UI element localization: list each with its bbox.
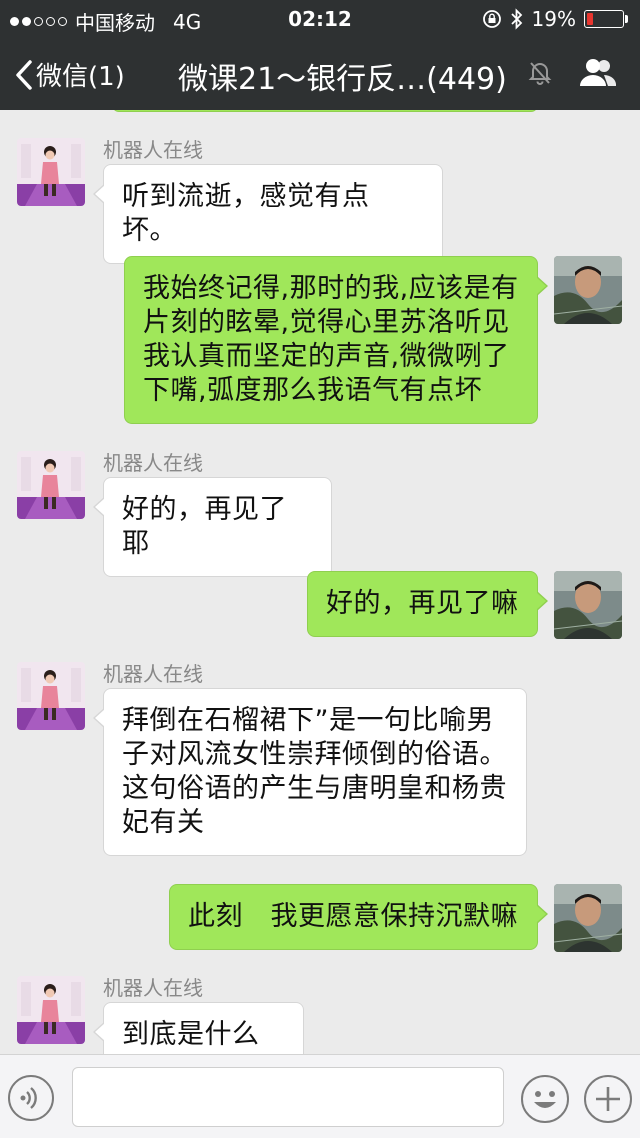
chat-title: 微课21～银行反…(449) bbox=[178, 62, 507, 97]
message-bubble[interactable]: 好的，再见了嘛 bbox=[307, 571, 548, 637]
avatar[interactable] bbox=[17, 976, 85, 1044]
avatar[interactable] bbox=[554, 571, 622, 639]
avatar[interactable] bbox=[554, 884, 622, 952]
avatar-photo bbox=[17, 662, 85, 730]
avatar-photo bbox=[554, 571, 622, 639]
previous-message-bubble bbox=[112, 110, 538, 112]
avatar-photo bbox=[554, 884, 622, 952]
chat-area[interactable]: 机器人在线 听到流逝，感觉有点坏。 我始终记得,那时的我,应该是有 片刻的眩晕,… bbox=[0, 110, 640, 1054]
message-bubble[interactable]: 我始终记得,那时的我,应该是有 片刻的眩晕,觉得心里苏洛听见 我认真而坚定的声音… bbox=[124, 256, 548, 424]
message-input[interactable] bbox=[72, 1067, 504, 1127]
nav-bar: 微信(1) 微课21～银行反…(449) bbox=[0, 38, 640, 110]
rotation-lock-icon bbox=[482, 10, 501, 28]
voice-icon bbox=[20, 1087, 37, 1109]
chevron-left-icon bbox=[16, 59, 32, 90]
message-bubble[interactable]: 到底是什么呢 bbox=[93, 1002, 304, 1054]
sender-name: 机器人在线 bbox=[103, 976, 203, 1000]
avatar-photo bbox=[17, 451, 85, 519]
message-line: 我始终记得,那时的我,应该是有 bbox=[143, 273, 519, 304]
battery-nub bbox=[625, 15, 628, 23]
message-line: 子对风流女性崇拜倾倒的俗语。 bbox=[122, 739, 507, 770]
message-line: 这句俗语的产生与唐明皇和杨贵 bbox=[122, 773, 507, 804]
avatar-photo bbox=[17, 138, 85, 206]
avatar[interactable] bbox=[554, 256, 622, 324]
message-line: 到底是什么呢 bbox=[122, 1019, 260, 1054]
battery-percent: 19% bbox=[531, 7, 576, 31]
battery-icon bbox=[584, 10, 624, 28]
message-line: 下嘴,弧度那么我语气有点坏 bbox=[143, 375, 483, 406]
avatar[interactable] bbox=[17, 138, 85, 206]
input-bar bbox=[0, 1054, 640, 1138]
avatar[interactable] bbox=[17, 451, 85, 519]
status-right: 19% bbox=[482, 7, 628, 31]
message-line: 听到流逝，感觉有点坏。 bbox=[122, 181, 370, 246]
message-bubble[interactable]: 听到流逝，感觉有点坏。 bbox=[93, 164, 443, 264]
message-line: 我认真而坚定的声音,微微咧了 bbox=[143, 341, 510, 372]
contacts-button[interactable] bbox=[578, 56, 618, 92]
message-line: 妃有关 bbox=[122, 807, 205, 838]
message-line: 拜倒在石榴裙下”是一句比喻男 bbox=[122, 705, 494, 736]
avatar[interactable] bbox=[17, 662, 85, 730]
emoji-icon bbox=[534, 1091, 556, 1108]
message-line: 好的，再见了耶 bbox=[122, 494, 287, 559]
back-button[interactable]: 微信(1) bbox=[14, 56, 125, 93]
mute-icon bbox=[528, 62, 552, 85]
message-line: 此刻 我更愿意保持沉默嘛 bbox=[188, 901, 518, 932]
message-bubble[interactable]: 此刻 我更愿意保持沉默嘛 bbox=[169, 884, 548, 950]
avatar-photo bbox=[17, 976, 85, 1044]
bluetooth-icon bbox=[510, 8, 522, 30]
contacts-icon bbox=[580, 59, 617, 86]
more-button[interactable] bbox=[584, 1075, 632, 1123]
sender-name: 机器人在线 bbox=[103, 451, 203, 475]
status-bar: 中国移动 4G 02:12 19% bbox=[0, 0, 640, 38]
message-bubble[interactable]: 好的，再见了耶 bbox=[93, 477, 332, 577]
avatar-photo bbox=[554, 256, 622, 324]
voice-button[interactable] bbox=[8, 1075, 54, 1121]
emoji-button[interactable] bbox=[521, 1075, 569, 1123]
battery-fill bbox=[587, 13, 593, 25]
sender-name: 机器人在线 bbox=[103, 138, 203, 162]
back-label: 微信(1) bbox=[36, 62, 125, 92]
plus-icon bbox=[596, 1087, 620, 1111]
message-line: 好的，再见了嘛 bbox=[326, 588, 519, 619]
sender-name: 机器人在线 bbox=[103, 662, 203, 686]
message-line: 片刻的眩晕,觉得心里苏洛听见 bbox=[143, 307, 510, 338]
message-bubble[interactable]: 拜倒在石榴裙下”是一句比喻男 子对风流女性崇拜倾倒的俗语。 这句俗语的产生与唐明… bbox=[93, 688, 527, 856]
